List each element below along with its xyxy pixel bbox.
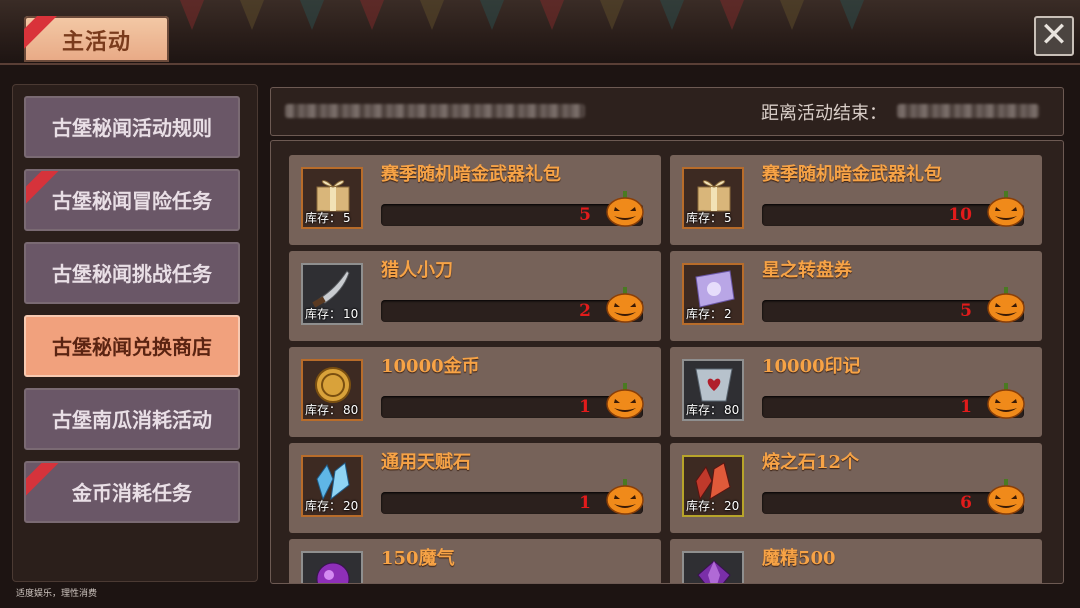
item-stock: 库存： 2 — [686, 307, 732, 321]
shop-item-card[interactable]: 库存： 80 10000金币 1 — [289, 347, 661, 437]
item-price: 5 — [960, 301, 972, 321]
item-name: 10000印记 — [762, 356, 861, 377]
item-name: 熔之石12个 — [762, 452, 860, 473]
sidebar-item-label: 古堡秘闻活动规则 — [52, 116, 212, 140]
item-name: 通用天赋石 — [381, 452, 471, 473]
pumpkin-icon — [987, 191, 1025, 227]
pumpkin-icon — [987, 383, 1025, 419]
item-name: 猎人小刀 — [381, 260, 453, 281]
sidebar-item-adventure-tasks[interactable]: 古堡秘闻冒险任务 — [24, 169, 240, 231]
pumpkin-icon — [606, 479, 644, 515]
blue-crystal-icon — [316, 462, 350, 501]
page-title: 主活动 — [61, 29, 131, 55]
gift-box-icon — [697, 180, 731, 212]
shop-item-card[interactable]: 库存： 5 赛季随机暗金武器礼包 5 — [289, 155, 661, 245]
emblem-icon — [695, 368, 733, 402]
pumpkin-icon — [606, 191, 644, 227]
sidebar-item-gold-consumption[interactable]: 金币消耗任务 — [24, 461, 240, 523]
sidebar-item-label: 古堡秘闻挑战任务 — [52, 262, 212, 286]
item-thumbnail: 库存： 5 — [682, 167, 744, 229]
obscured-activity-time — [285, 104, 585, 118]
shop-grid: 库存： 5 赛季随机暗金武器礼包 5 库存： 5 赛季随机暗金武器礼包 10 库… — [270, 140, 1064, 584]
purple-gem-icon — [697, 560, 731, 583]
item-price: 1 — [960, 397, 972, 417]
knife-icon — [312, 270, 350, 308]
gift-box-icon — [316, 180, 350, 212]
top-bar: 主活动 ✕ — [0, 0, 1080, 64]
item-price: 5 — [579, 205, 591, 225]
item-name: 赛季随机暗金武器礼包 — [381, 164, 561, 185]
sidebar: 古堡秘闻活动规则 古堡秘闻冒险任务 古堡秘闻挑战任务 古堡秘闻兑换商店 古堡南瓜… — [12, 84, 258, 582]
sidebar-item-exchange-shop[interactable]: 古堡秘闻兑换商店 — [24, 315, 240, 377]
shop-item-card[interactable]: 魔精500 — [670, 539, 1042, 583]
close-button[interactable]: ✕ — [1034, 16, 1074, 56]
shop-item-card[interactable]: 库存： 20 通用天赋石 1 — [289, 443, 661, 533]
item-thumbnail — [682, 551, 744, 583]
shop-item-card[interactable]: 150魔气 — [289, 539, 661, 583]
sidebar-item-rules[interactable]: 古堡秘闻活动规则 — [24, 96, 240, 158]
item-thumbnail: 库存： 10 — [301, 263, 363, 325]
sidebar-item-label: 古堡南瓜消耗活动 — [52, 408, 212, 432]
red-crystal-icon — [695, 462, 731, 501]
shop-item-card[interactable]: 库存： 80 10000印记 1 — [670, 347, 1042, 437]
purple-orb-icon — [316, 562, 350, 583]
item-stock: 库存： 80 — [686, 403, 740, 417]
sidebar-item-challenge-tasks[interactable]: 古堡秘闻挑战任务 — [24, 242, 240, 304]
shop-item-card[interactable]: 库存： 5 赛季随机暗金武器礼包 10 — [670, 155, 1042, 245]
new-badge-ribbon — [26, 463, 64, 501]
gold-coin-icon — [315, 367, 351, 403]
item-name: 魔精500 — [762, 548, 836, 569]
price-bar: 1 — [762, 383, 1025, 419]
item-thumbnail: 库存： 20 — [682, 455, 744, 517]
item-price: 10 — [948, 205, 972, 225]
item-stock: 库存： 20 — [305, 499, 359, 513]
item-name: 星之转盘券 — [762, 260, 852, 281]
sidebar-item-label: 金币消耗任务 — [72, 481, 192, 505]
price-bar: 2 — [381, 287, 644, 323]
main-activity-tab[interactable]: 主活动 — [24, 16, 169, 62]
item-thumbnail: 库存： 20 — [301, 455, 363, 517]
activity-info-bar: 距离活动结束： — [270, 87, 1064, 136]
pumpkin-icon — [606, 287, 644, 323]
header-divider — [0, 63, 1080, 65]
item-stock: 库存： 5 — [305, 211, 351, 225]
item-price: 1 — [579, 493, 591, 513]
sidebar-item-pumpkin-consumption[interactable]: 古堡南瓜消耗活动 — [24, 388, 240, 450]
health-advisory-text: 适度娱乐，理性消费 — [16, 589, 98, 599]
pumpkin-icon — [987, 287, 1025, 323]
shop-item-card[interactable]: 库存： 20 熔之石12个 6 — [670, 443, 1042, 533]
item-thumbnail: 库存： 80 — [301, 359, 363, 421]
price-bar: 1 — [381, 383, 644, 419]
pumpkin-icon — [987, 479, 1025, 515]
item-price: 6 — [960, 493, 972, 513]
item-name: 10000金币 — [381, 356, 480, 377]
close-icon: ✕ — [1039, 15, 1069, 55]
item-thumbnail — [301, 551, 363, 583]
item-name: 赛季随机暗金武器礼包 — [762, 164, 942, 185]
shop-item-card[interactable]: 库存： 10 猎人小刀 2 — [289, 251, 661, 341]
sidebar-item-label: 古堡秘闻兑换商店 — [52, 335, 212, 359]
item-name: 150魔气 — [381, 548, 455, 569]
item-price: 2 — [579, 301, 591, 321]
price-bar: 6 — [762, 479, 1025, 515]
pumpkin-icon — [606, 383, 644, 419]
price-bar: 10 — [762, 191, 1025, 227]
item-price: 1 — [579, 397, 591, 417]
shop-item-card[interactable]: 库存： 2 星之转盘券 5 — [670, 251, 1042, 341]
ticket-icon — [695, 270, 735, 308]
decorative-bunting — [170, 0, 870, 36]
obscured-countdown-value — [897, 104, 1039, 118]
item-thumbnail: 库存： 5 — [301, 167, 363, 229]
price-bar: 1 — [381, 479, 644, 515]
item-stock: 库存： 5 — [686, 211, 732, 225]
countdown-label: 距离活动结束： — [761, 103, 887, 124]
price-bar: 5 — [381, 191, 644, 227]
sidebar-item-label: 古堡秘闻冒险任务 — [52, 189, 212, 213]
item-stock: 库存： 20 — [686, 499, 740, 513]
item-stock: 库存： 10 — [305, 307, 359, 321]
item-thumbnail: 库存： 2 — [682, 263, 744, 325]
item-thumbnail: 库存： 80 — [682, 359, 744, 421]
price-bar: 5 — [762, 287, 1025, 323]
item-stock: 库存： 80 — [305, 403, 359, 417]
